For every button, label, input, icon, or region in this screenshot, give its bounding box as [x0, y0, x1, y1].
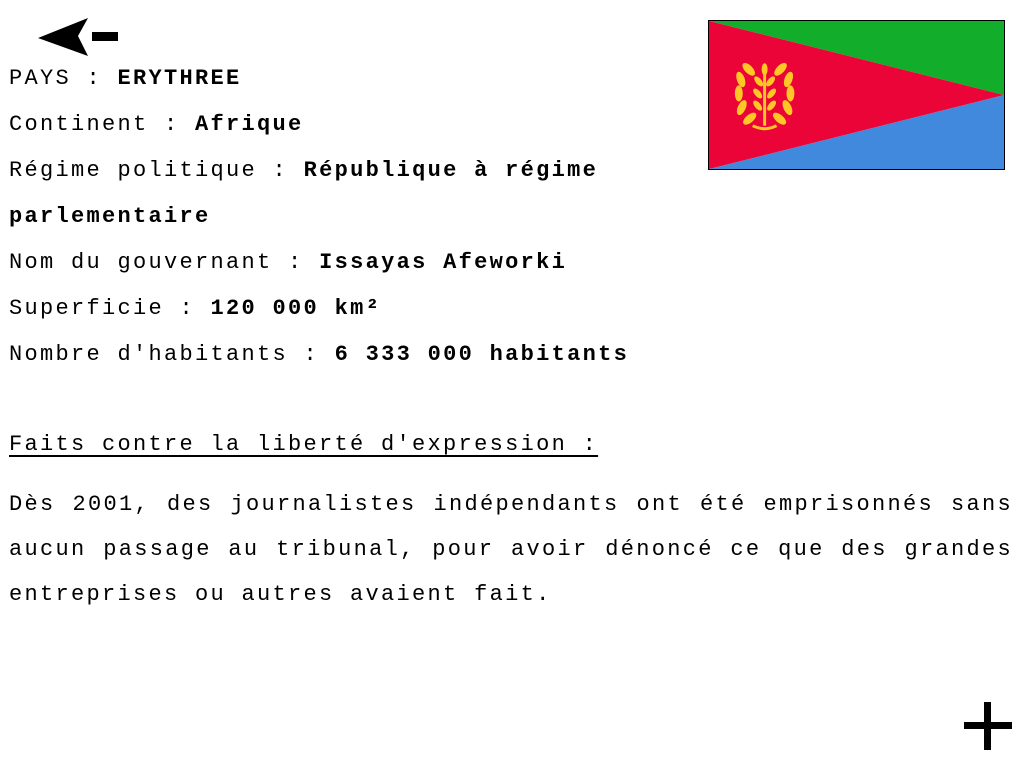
area-row: Superficie : 120 000 km²	[9, 286, 739, 332]
continent-value: Afrique	[195, 112, 304, 137]
leader-label: Nom du gouvernant :	[9, 250, 304, 275]
country-value: ERYTHREE	[117, 66, 242, 91]
regime-row: Régime politique : République à régime	[9, 148, 739, 194]
regime-row-continued: parlementaire	[9, 194, 739, 240]
continent-row: Continent : Afrique	[9, 102, 739, 148]
back-button[interactable]	[36, 14, 122, 58]
population-value: 6 333 000 habitants	[334, 342, 630, 367]
population-label: Nombre d'habitants :	[9, 342, 320, 367]
leader-value: Issayas Afeworki	[319, 250, 568, 275]
country-row: PAYS : ERYTHREE	[9, 56, 739, 102]
area-label: Superficie :	[9, 296, 196, 321]
eritrea-flag	[709, 21, 1004, 169]
country-flag	[708, 20, 1005, 170]
leader-row: Nom du gouvernant : Issayas Afeworki	[9, 240, 739, 286]
plus-icon	[964, 702, 1012, 750]
regime-label: Régime politique :	[9, 158, 289, 183]
country-label: PAYS :	[9, 66, 103, 91]
continent-label: Continent :	[9, 112, 180, 137]
regime-value-line2: parlementaire	[9, 204, 211, 229]
more-button[interactable]	[962, 700, 1014, 752]
facts-heading: Faits contre la liberté d'expression :	[9, 432, 599, 457]
area-value: 120 000 km²	[210, 296, 382, 321]
arrow-left-icon	[38, 18, 118, 56]
country-info: PAYS : ERYTHREE Continent : Afrique Régi…	[9, 56, 739, 378]
facts-text: Dès 2001, des journalistes indépendants …	[9, 492, 1013, 607]
regime-value-line1: République à régime	[303, 158, 599, 183]
population-row: Nombre d'habitants : 6 333 000 habitants	[9, 332, 739, 378]
